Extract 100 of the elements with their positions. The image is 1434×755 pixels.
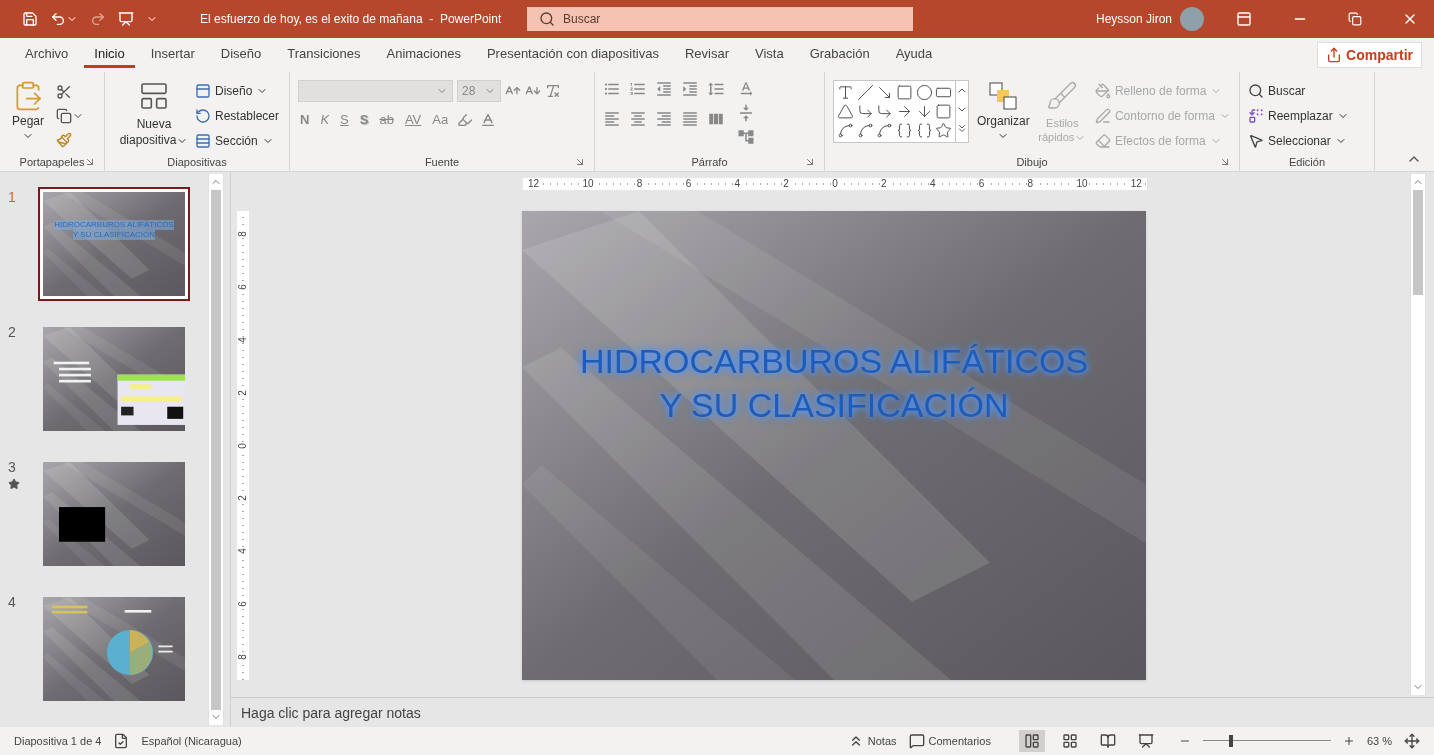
ruler-number: 6 <box>238 284 248 290</box>
shape-icon[interactable] <box>837 84 854 101</box>
ruler-number: 12 <box>1129 179 1143 189</box>
dialog-launcher-icon[interactable] <box>1219 156 1231 168</box>
shape-icon[interactable] <box>856 122 874 139</box>
ribbon-tab[interactable]: Vista <box>745 42 794 68</box>
scrollbar[interactable] <box>208 174 224 725</box>
shape-icon[interactable] <box>896 122 913 139</box>
book-icon[interactable] <box>1099 733 1116 749</box>
comment-icon[interactable] <box>908 733 925 749</box>
copy-icon[interactable] <box>56 108 73 124</box>
dialog-launcher-icon[interactable] <box>574 156 586 168</box>
new-slide-icon[interactable] <box>138 80 170 112</box>
font-color-icon[interactable] <box>480 111 497 128</box>
ribbon-tab[interactable]: Revisar <box>674 42 739 68</box>
notes-field[interactable]: Haga clic para agregar notas <box>241 702 841 723</box>
ribbon-tab[interactable]: Transiciones <box>277 42 371 68</box>
ribbon-command[interactable]: Diseño <box>195 80 280 102</box>
shape-icon[interactable] <box>876 103 894 120</box>
arrange-icon[interactable] <box>987 80 1020 112</box>
zoom-percentage[interactable]: 63 % <box>1366 732 1392 750</box>
editing-command[interactable]: Buscar <box>1248 80 1349 102</box>
slide-number: 3 <box>8 458 16 477</box>
shape-icon[interactable] <box>856 84 874 101</box>
shape-icon[interactable] <box>837 122 854 139</box>
new-slide-button[interactable]: Nueva diapositiva <box>113 80 195 148</box>
pointer-icon[interactable] <box>1248 133 1264 149</box>
layout-icon[interactable] <box>195 83 211 99</box>
ruler-number: 8 <box>238 654 248 660</box>
ribbon-tab[interactable]: Ayuda <box>885 42 943 68</box>
search-icon[interactable] <box>539 11 555 27</box>
shape-icon[interactable] <box>896 103 913 120</box>
ribbon-tab[interactable]: Diseño <box>210 42 272 68</box>
accessibility-check-icon[interactable] <box>113 733 130 749</box>
scroll-thumb[interactable] <box>211 190 221 710</box>
ribbon-command[interactable]: Restablecer <box>195 105 280 127</box>
scrollbar[interactable] <box>1410 174 1426 695</box>
ribbon-tab[interactable]: Archivo <box>15 42 79 68</box>
notes-button[interactable]: Notas <box>847 732 897 750</box>
paste-button[interactable]: Pegar <box>8 80 49 142</box>
reset-icon[interactable] <box>195 108 211 124</box>
presentation-icon[interactable] <box>118 11 134 27</box>
editing-command[interactable]: Reemplazar <box>1248 105 1349 127</box>
ribbon-tab[interactable]: Grabación <box>799 42 880 68</box>
scroll-thumb[interactable] <box>1413 190 1423 295</box>
search-field[interactable]: Buscar <box>527 7 913 31</box>
shapes-gallery[interactable] <box>833 80 969 143</box>
slider-thumb[interactable] <box>1229 735 1234 747</box>
font-name-field[interactable] <box>298 80 453 102</box>
comments-button[interactable]: Comentarios <box>908 732 991 750</box>
ribbon-display-icon[interactable] <box>1236 11 1252 27</box>
language-indicator[interactable]: Español (Nicaragua) <box>141 732 242 750</box>
ribbon-command[interactable]: Sección <box>195 130 280 152</box>
undo-icon[interactable] <box>50 11 66 27</box>
restore-icon[interactable] <box>1348 12 1362 26</box>
search-icon[interactable] <box>1248 83 1264 99</box>
avatar[interactable] <box>1180 7 1204 31</box>
decrease-indent-icon[interactable] <box>655 80 673 98</box>
shape-icon[interactable] <box>837 103 854 120</box>
replace-icon[interactable] <box>1248 108 1264 124</box>
ribbon-tab[interactable]: Presentación con diapositivas <box>476 42 669 68</box>
slide-indicator: Diapositiva 1 de 4 <box>14 733 102 749</box>
align-right-icon[interactable] <box>655 110 673 128</box>
clear-formatting-icon[interactable] <box>545 83 561 99</box>
zoom-slider[interactable] <box>1202 735 1331 747</box>
section-icon[interactable] <box>195 133 211 149</box>
shape-icon[interactable] <box>915 122 933 139</box>
align-center-icon[interactable] <box>629 110 647 128</box>
presentation-icon[interactable] <box>1137 733 1154 749</box>
editing-command[interactable]: Seleccionar <box>1248 130 1349 152</box>
ribbon-tab[interactable]: Inicio <box>84 42 135 68</box>
smartart-icon[interactable] <box>737 128 755 146</box>
align-text-icon[interactable] <box>737 104 755 122</box>
highlighter-icon[interactable] <box>457 111 474 128</box>
grid-icon[interactable] <box>1061 733 1078 749</box>
group-label: Párrafo <box>691 154 728 170</box>
shape-icon[interactable] <box>915 84 933 101</box>
increase-indent-icon[interactable] <box>681 80 699 98</box>
share-button[interactable]: Compartir <box>1317 42 1422 68</box>
user-name: Heysson Jiron <box>1095 11 1172 28</box>
shape-icon[interactable] <box>876 122 894 139</box>
normal-view-icon[interactable] <box>1023 733 1040 749</box>
ribbon-tab[interactable]: Animaciones <box>376 42 471 68</box>
justify-icon[interactable] <box>681 110 699 128</box>
fit-to-window-icon[interactable] <box>1404 733 1420 749</box>
align-left-icon[interactable] <box>603 110 621 128</box>
dialog-launcher-icon[interactable] <box>804 156 816 168</box>
ribbon-tab[interactable]: Insertar <box>140 42 205 68</box>
shape-icon[interactable] <box>935 122 953 139</box>
arrange-button[interactable]: Organizar <box>977 80 1030 142</box>
line-spacing-icon[interactable] <box>707 80 725 98</box>
format-painter-icon[interactable] <box>56 132 73 148</box>
shape-icon[interactable] <box>856 103 874 120</box>
save-icon[interactable] <box>22 11 38 27</box>
dialog-launcher-icon[interactable] <box>84 156 96 168</box>
numbering-icon[interactable] <box>629 80 647 98</box>
cut-icon[interactable] <box>56 84 73 100</box>
view-button[interactable] <box>1018 730 1045 752</box>
share-icon[interactable] <box>1326 47 1343 63</box>
zoom-in-icon[interactable] <box>1342 735 1355 747</box>
